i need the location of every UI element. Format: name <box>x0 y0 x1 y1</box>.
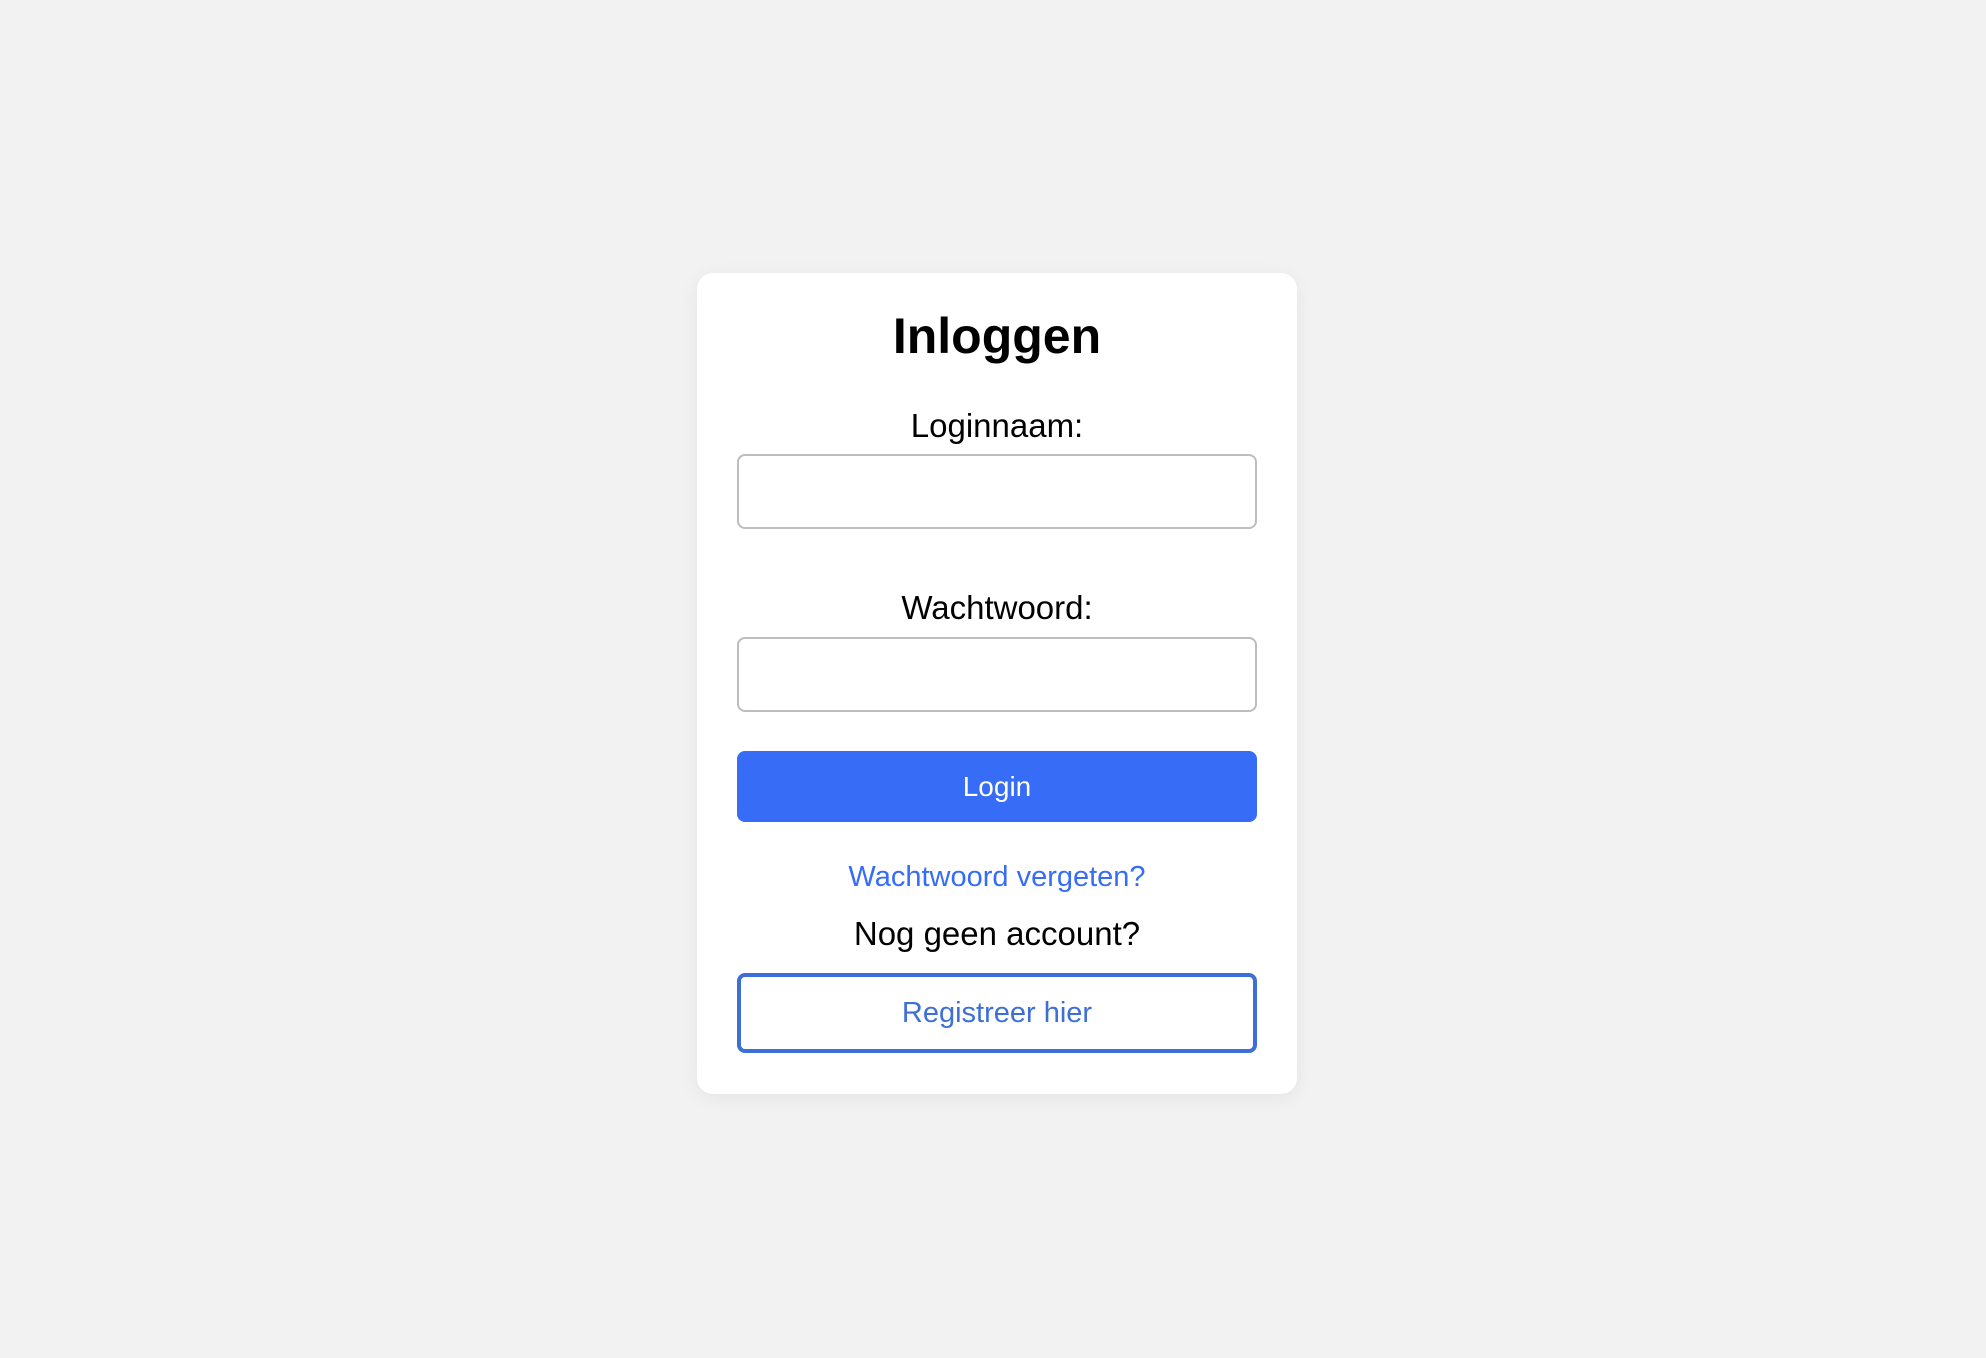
password-label: Wachtwoord: <box>901 589 1093 626</box>
no-account-text: Nog geen account? <box>853 915 1141 952</box>
username-label: Loginnaam: <box>910 407 1084 444</box>
login-card: Inloggen Loginnaam: Wachtwoord: Login Wa… <box>697 273 1297 1094</box>
register-button[interactable]: Registreer hier <box>737 973 1257 1053</box>
password-input[interactable] <box>737 637 1257 712</box>
page-title: Inloggen <box>892 308 1102 364</box>
username-input[interactable] <box>737 454 1257 529</box>
forgot-password-link[interactable]: Wachtwoord vergeten? <box>697 863 1297 892</box>
login-button[interactable]: Login <box>737 751 1257 822</box>
